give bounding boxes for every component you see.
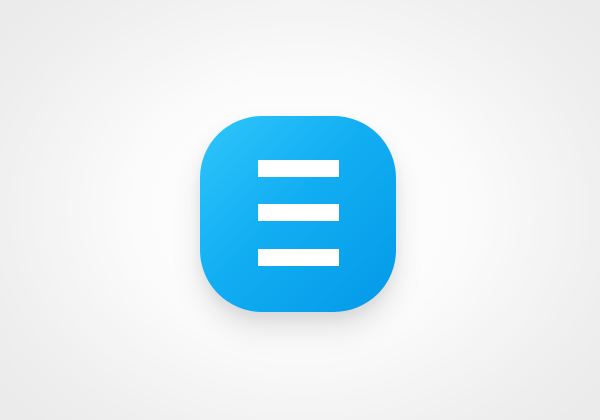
- menu-bar-top: [258, 160, 339, 177]
- hamburger-menu-icon: [258, 160, 339, 266]
- canvas: [0, 0, 600, 420]
- menu-bar-bottom: [258, 249, 339, 266]
- menu-bar-middle: [258, 204, 339, 221]
- app-icon-button[interactable]: [200, 116, 396, 312]
